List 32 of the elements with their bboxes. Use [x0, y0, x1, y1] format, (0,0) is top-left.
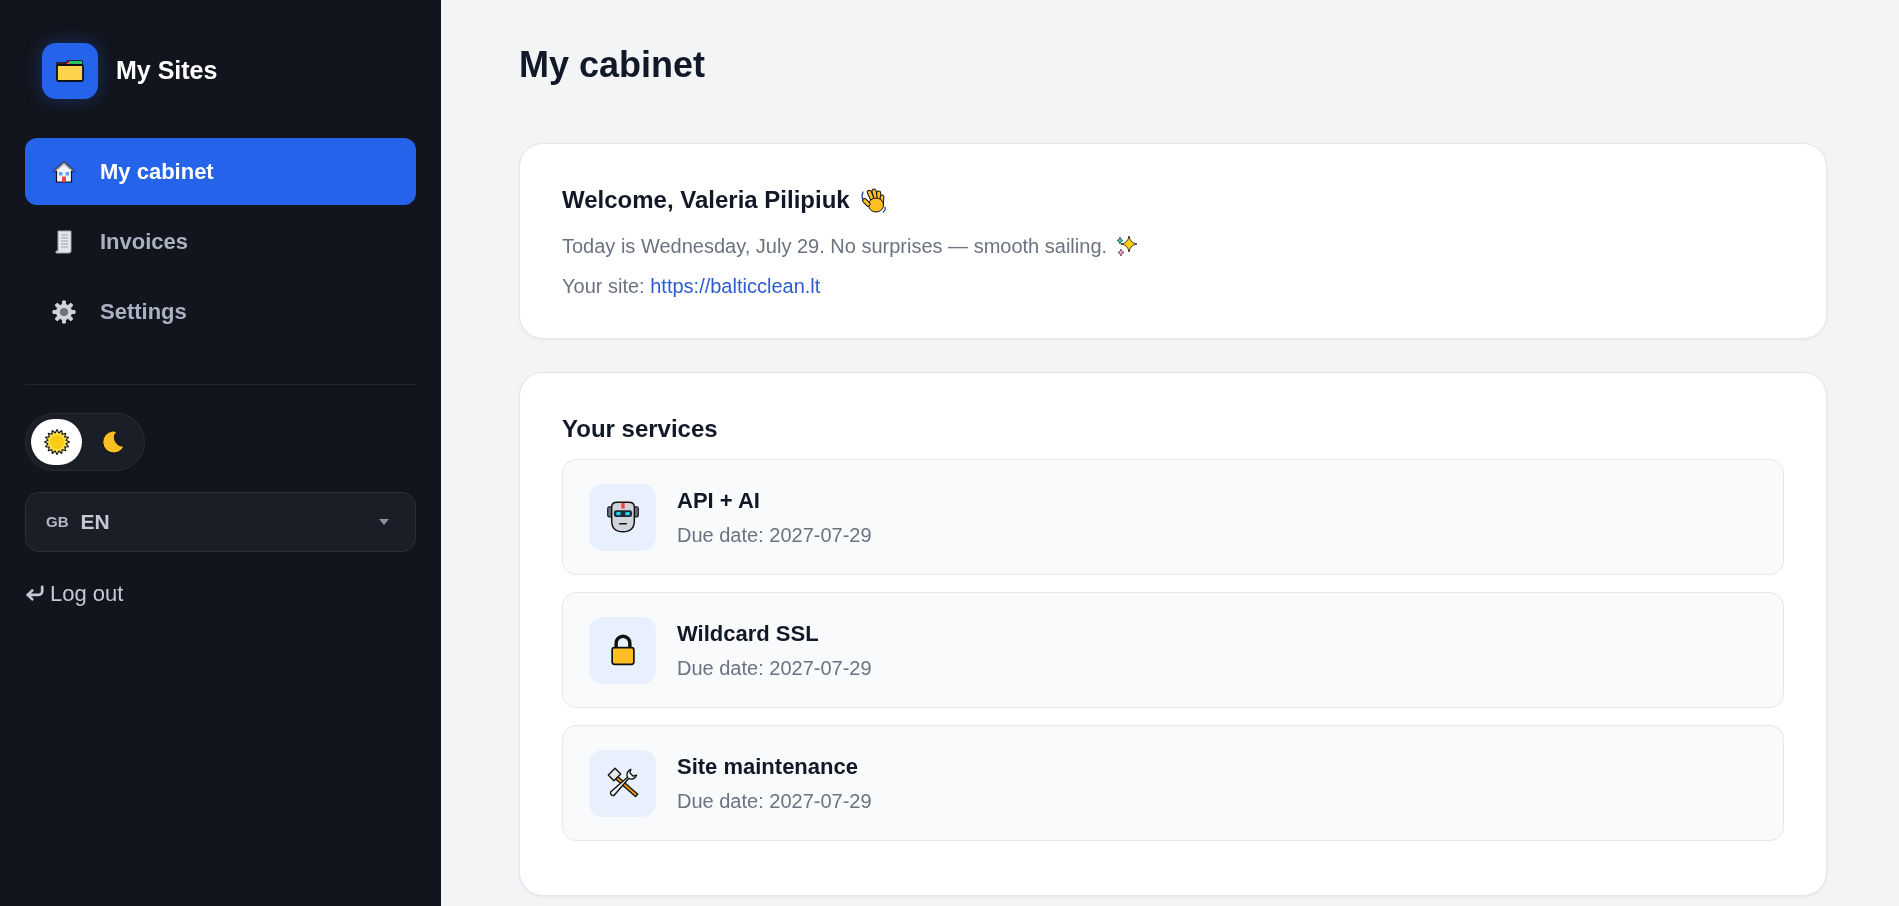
service-name: Site maintenance — [677, 752, 859, 781]
service-name: Wildcard SSL — [677, 619, 820, 648]
logout-button[interactable]: Log out — [25, 577, 124, 610]
nav-item[interactable]: Invoices — [25, 208, 416, 275]
tools-icon — [589, 749, 656, 817]
nav-item[interactable]: Settings — [25, 278, 416, 345]
welcome-heading: Welcome, Valeria Pilipiuk — [562, 185, 850, 215]
receipt-icon — [55, 229, 73, 254]
moon-icon — [102, 430, 125, 454]
return-arrow-icon — [25, 584, 45, 603]
language-select[interactable]: GB EN — [25, 492, 416, 552]
lock-icon — [589, 616, 656, 684]
folder-icon — [42, 43, 98, 99]
site-link[interactable]: https://balticclean.lt — [650, 275, 821, 297]
due-date: Due date: 2027-07-29 — [677, 788, 872, 814]
hand-icon — [859, 186, 888, 214]
sun-icon — [43, 429, 70, 455]
brand-name: My Sites — [116, 55, 218, 87]
section-title: Your services — [562, 414, 718, 444]
page-title: My cabinet — [519, 43, 706, 87]
caret-icon — [379, 519, 389, 525]
sparkle-icon — [1115, 234, 1140, 258]
due-date: Due date: 2027-07-29 — [677, 522, 872, 548]
settings-icon — [52, 299, 76, 324]
date-line: Today is Wednesday, July 29. No surprises — smooth sailing. — [562, 234, 1108, 259]
robot-icon — [589, 483, 656, 551]
site-line: Your site: https://balticclean.lt — [562, 274, 821, 299]
nav-item[interactable]: My cabinet — [25, 138, 416, 205]
house-icon — [52, 159, 76, 184]
light-mode-button[interactable] — [31, 419, 82, 465]
due-date: Due date: 2027-07-29 — [677, 655, 872, 681]
service-name: API + AI — [677, 486, 761, 515]
